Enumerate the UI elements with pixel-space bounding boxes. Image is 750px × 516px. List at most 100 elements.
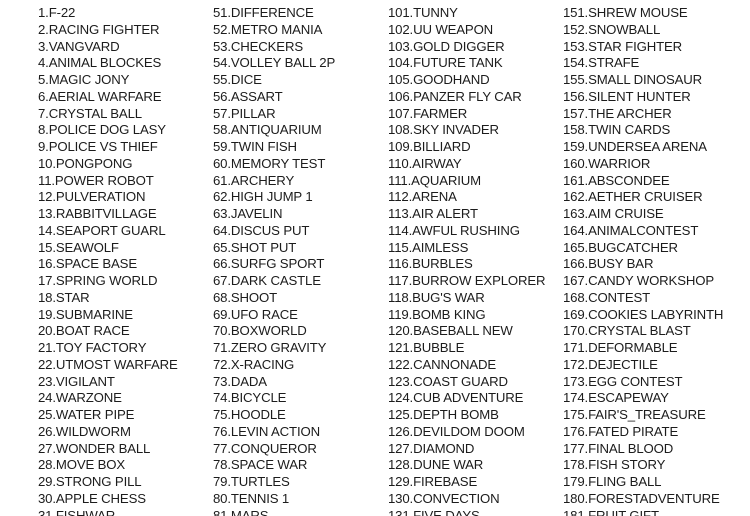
list-item[interactable]: 105.GOODHAND <box>388 72 568 89</box>
list-item[interactable]: 8.POLICE DOG LASY <box>38 122 218 139</box>
list-item[interactable]: 28.MOVE BOX <box>38 457 218 474</box>
list-item[interactable]: 23.VIGILANT <box>38 374 218 391</box>
list-item[interactable]: 179.FLING BALL <box>563 474 743 491</box>
list-item[interactable]: 67.DARK CASTLE <box>213 273 393 290</box>
list-item[interactable]: 162.AETHER CRUISER <box>563 189 743 206</box>
list-item[interactable]: 55.DICE <box>213 72 393 89</box>
list-item[interactable]: 4.ANIMAL BLOCKES <box>38 55 218 72</box>
list-item[interactable]: 59.TWIN FISH <box>213 139 393 156</box>
list-item[interactable]: 176.FATED PIRATE <box>563 424 743 441</box>
list-item[interactable]: 72.X-RACING <box>213 357 393 374</box>
list-item[interactable]: 66.SURFG SPORT <box>213 256 393 273</box>
list-item[interactable]: 73.DADA <box>213 374 393 391</box>
list-item[interactable]: 54.VOLLEY BALL 2P <box>213 55 393 72</box>
list-item[interactable]: 116.BURBLES <box>388 256 568 273</box>
list-item[interactable]: 174.ESCAPEWAY <box>563 390 743 407</box>
list-item[interactable]: 180.FORESTADVENTURE <box>563 491 743 508</box>
list-item[interactable]: 6.AERIAL WARFARE <box>38 89 218 106</box>
list-item[interactable]: 30.APPLE CHESS <box>38 491 218 508</box>
list-item[interactable]: 121.BUBBLE <box>388 340 568 357</box>
list-item[interactable]: 157.THE ARCHER <box>563 106 743 123</box>
list-item[interactable]: 112.ARENA <box>388 189 568 206</box>
list-item[interactable]: 168.CONTEST <box>563 290 743 307</box>
list-item[interactable]: 80.TENNIS 1 <box>213 491 393 508</box>
list-item[interactable]: 166.BUSY BAR <box>563 256 743 273</box>
list-item[interactable]: 1.F-22 <box>38 5 218 22</box>
list-item[interactable]: 13.RABBITVILLAGE <box>38 206 218 223</box>
list-item[interactable]: 19.SUBMARINE <box>38 307 218 324</box>
list-item[interactable]: 63.JAVELIN <box>213 206 393 223</box>
list-item[interactable]: 52.METRO MANIA <box>213 22 393 39</box>
list-item[interactable]: 60.MEMORY TEST <box>213 156 393 173</box>
list-item[interactable]: 29.STRONG PILL <box>38 474 218 491</box>
list-item[interactable]: 58.ANTIQUARIUM <box>213 122 393 139</box>
list-item[interactable]: 125.DEPTH BOMB <box>388 407 568 424</box>
list-item[interactable]: 170.CRYSTAL BLAST <box>563 323 743 340</box>
list-item[interactable]: 161.ABSCONDEE <box>563 173 743 190</box>
list-item[interactable]: 70.BOXWORLD <box>213 323 393 340</box>
list-item[interactable]: 131.FIVE DAYS <box>388 508 568 516</box>
list-item[interactable]: 164.ANIMALCONTEST <box>563 223 743 240</box>
list-item[interactable]: 3.VANGVARD <box>38 39 218 56</box>
list-item[interactable]: 81.MARS <box>213 508 393 516</box>
list-item[interactable]: 57.PILLAR <box>213 106 393 123</box>
list-item[interactable]: 12.PULVERATION <box>38 189 218 206</box>
list-item[interactable]: 108.SKY INVADER <box>388 122 568 139</box>
list-item[interactable]: 120.BASEBALL NEW <box>388 323 568 340</box>
list-item[interactable]: 5.MAGIC JONY <box>38 72 218 89</box>
list-item[interactable]: 175.FAIR'S_TREASURE <box>563 407 743 424</box>
list-item[interactable]: 153.STAR FIGHTER <box>563 39 743 56</box>
list-item[interactable]: 129.FIREBASE <box>388 474 568 491</box>
list-item[interactable]: 101.TUNNY <box>388 5 568 22</box>
list-item[interactable]: 68.SHOOT <box>213 290 393 307</box>
list-item[interactable]: 74.BICYCLE <box>213 390 393 407</box>
list-item[interactable]: 17.SPRING WORLD <box>38 273 218 290</box>
list-item[interactable]: 119.BOMB KING <box>388 307 568 324</box>
list-item[interactable]: 128.DUNE WAR <box>388 457 568 474</box>
list-item[interactable]: 124.CUB ADVENTURE <box>388 390 568 407</box>
list-item[interactable]: 64.DISCUS PUT <box>213 223 393 240</box>
list-item[interactable]: 61.ARCHERY <box>213 173 393 190</box>
list-item[interactable]: 15.SEAWOLF <box>38 240 218 257</box>
list-item[interactable]: 2.RACING FIGHTER <box>38 22 218 39</box>
list-item[interactable]: 16.SPACE BASE <box>38 256 218 273</box>
list-item[interactable]: 109.BILLIARD <box>388 139 568 156</box>
list-item[interactable]: 118.BUG'S WAR <box>388 290 568 307</box>
list-item[interactable]: 178.FISH STORY <box>563 457 743 474</box>
list-item[interactable]: 18.STAR <box>38 290 218 307</box>
list-item[interactable]: 62.HIGH JUMP 1 <box>213 189 393 206</box>
list-item[interactable]: 177.FINAL BLOOD <box>563 441 743 458</box>
list-item[interactable]: 156.SILENT HUNTER <box>563 89 743 106</box>
list-item[interactable]: 154.STRAFE <box>563 55 743 72</box>
list-item[interactable]: 127.DIAMOND <box>388 441 568 458</box>
list-item[interactable]: 27.WONDER BALL <box>38 441 218 458</box>
list-item[interactable]: 106.PANZER FLY CAR <box>388 89 568 106</box>
list-item[interactable]: 160.WARRIOR <box>563 156 743 173</box>
list-item[interactable]: 76.LEVIN ACTION <box>213 424 393 441</box>
list-item[interactable]: 123.COAST GUARD <box>388 374 568 391</box>
list-item[interactable]: 181.FRUIT GIFT <box>563 508 743 516</box>
list-item[interactable]: 11.POWER ROBOT <box>38 173 218 190</box>
list-item[interactable]: 22.UTMOST WARFARE <box>38 357 218 374</box>
list-item[interactable]: 173.EGG CONTEST <box>563 374 743 391</box>
list-item[interactable]: 159.UNDERSEA ARENA <box>563 139 743 156</box>
list-item[interactable]: 26.WILDWORM <box>38 424 218 441</box>
list-item[interactable]: 78.SPACE WAR <box>213 457 393 474</box>
list-item[interactable]: 130.CONVECTION <box>388 491 568 508</box>
list-item[interactable]: 163.AIM CRUISE <box>563 206 743 223</box>
list-item[interactable]: 51.DIFFERENCE <box>213 5 393 22</box>
list-item[interactable]: 158.TWIN CARDS <box>563 122 743 139</box>
list-item[interactable]: 171.DEFORMABLE <box>563 340 743 357</box>
list-item[interactable]: 9.POLICE VS THIEF <box>38 139 218 156</box>
list-item[interactable]: 103.GOLD DIGGER <box>388 39 568 56</box>
list-item[interactable]: 75.HOODLE <box>213 407 393 424</box>
list-item[interactable]: 20.BOAT RACE <box>38 323 218 340</box>
list-item[interactable]: 53.CHECKERS <box>213 39 393 56</box>
list-item[interactable]: 155.SMALL DINOSAUR <box>563 72 743 89</box>
list-item[interactable]: 107.FARMER <box>388 106 568 123</box>
list-item[interactable]: 172.DEJECTILE <box>563 357 743 374</box>
list-item[interactable]: 165.BUGCATCHER <box>563 240 743 257</box>
list-item[interactable]: 113.AIR ALERT <box>388 206 568 223</box>
list-item[interactable]: 7.CRYSTAL BALL <box>38 106 218 123</box>
list-item[interactable]: 77.CONQUEROR <box>213 441 393 458</box>
